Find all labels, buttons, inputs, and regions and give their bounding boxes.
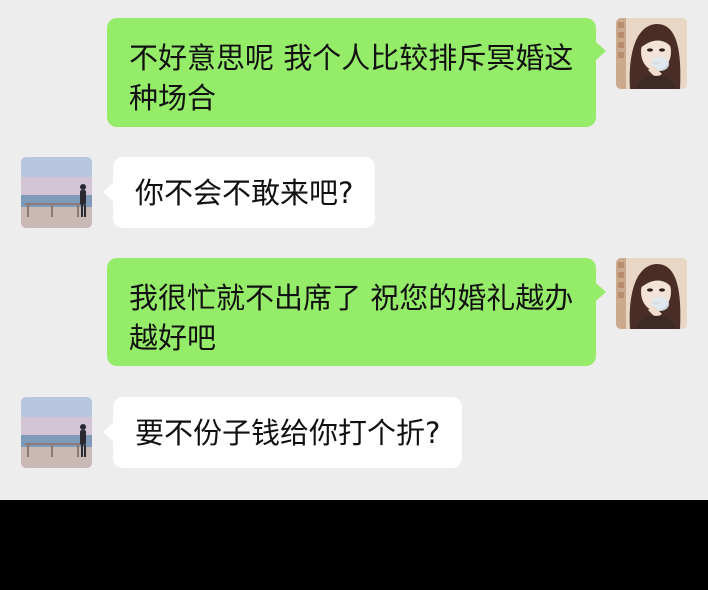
self-avatar[interactable] xyxy=(616,258,687,329)
message-bubble-sent[interactable]: 我很忙就不出席了 祝您的婚礼越办越好吧 xyxy=(107,258,596,366)
seaside-silhouette-avatar-icon xyxy=(21,157,92,228)
message-text: 你不会不敢来吧? xyxy=(135,176,354,210)
contact-avatar[interactable] xyxy=(21,397,92,468)
contact-avatar[interactable] xyxy=(21,157,92,228)
message-text: 要不份子钱给你打个折? xyxy=(135,416,441,450)
illustrated-girl-avatar-icon xyxy=(616,258,687,329)
illustrated-girl-avatar-icon xyxy=(616,18,687,89)
bubble-tail xyxy=(103,423,113,441)
chat-area: 不好意思呢 我个人比较排斥冥婚这种场合 你不会不敢来吧? 我很忙就不出席了 祝您… xyxy=(0,0,708,500)
message-text: 不好意思呢 我个人比较排斥冥婚这种场合 xyxy=(129,41,574,115)
bubble-tail xyxy=(596,42,606,60)
bottom-black-band xyxy=(0,500,708,590)
bubble-tail xyxy=(596,283,606,301)
message-bubble-received[interactable]: 你不会不敢来吧? xyxy=(113,157,376,228)
message-bubble-sent[interactable]: 不好意思呢 我个人比较排斥冥婚这种场合 xyxy=(107,18,596,127)
message-text: 我很忙就不出席了 祝您的婚礼越办越好吧 xyxy=(129,281,574,355)
message-bubble-received[interactable]: 要不份子钱给你打个折? xyxy=(113,397,463,468)
seaside-silhouette-avatar-icon xyxy=(21,397,92,468)
self-avatar[interactable] xyxy=(616,18,687,89)
bubble-tail xyxy=(103,183,113,201)
